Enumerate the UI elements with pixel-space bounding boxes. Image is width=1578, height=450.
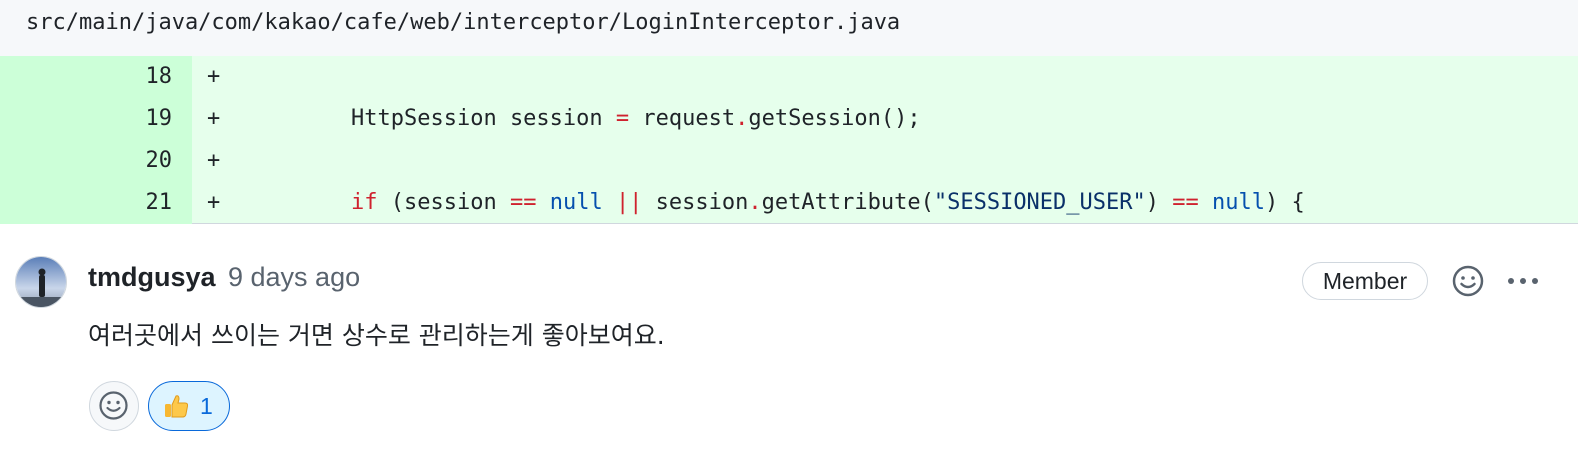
line-number[interactable]: 21 [0, 182, 173, 224]
code-token: (session [377, 190, 510, 215]
diff-sign: + [207, 106, 221, 131]
file-path-header[interactable]: src/main/java/com/kakao/cafe/web/interce… [0, 0, 1578, 56]
diff-line: 19 + HttpSession session = request.getSe… [0, 98, 1578, 140]
code-token: . [735, 106, 749, 131]
code-text: if (session == null || session.getAttrib… [351, 182, 1305, 224]
diff-line: 18 + [0, 56, 1578, 98]
code-token: null [549, 190, 603, 215]
code-token: . [748, 190, 762, 215]
thumbs-up-reaction[interactable]: 1 [148, 381, 230, 431]
comment-body: 여러곳에서 쓰이는 거면 상수로 관리하는게 좋아보여요. [88, 321, 665, 350]
code-token: request [629, 106, 736, 131]
line-number[interactable]: 19 [0, 98, 173, 140]
smiley-icon [1452, 265, 1484, 297]
diff-sign: + [207, 190, 221, 215]
code-token: == [509, 190, 537, 215]
code-token: HttpSession session [351, 106, 616, 131]
code-token: ) { [1265, 190, 1305, 215]
avatar-image [16, 257, 66, 307]
code-token: null [1212, 190, 1265, 215]
diff-block: 18 + 19 + HttpSession session = request.… [0, 56, 1578, 224]
reaction-count: 1 [200, 393, 213, 419]
comment-timestamp[interactable]: 9 days ago [228, 262, 360, 293]
code-token: ) [1145, 190, 1173, 215]
code-token: || [615, 190, 643, 215]
diff-line: 21 + if (session == null || session.getA… [0, 182, 1578, 224]
diff-line: 20 + [0, 140, 1578, 182]
member-badge: Member [1302, 262, 1428, 300]
code-token: "SESSIONED_USER" [933, 190, 1146, 215]
diff-sign: + [207, 148, 221, 173]
avatar[interactable] [15, 256, 67, 308]
code-token: getAttribute( [761, 190, 934, 215]
code-token: = [615, 106, 630, 131]
code-token: session [642, 190, 749, 215]
add-reaction-button[interactable] [1449, 262, 1487, 300]
smiley-icon [99, 391, 128, 420]
thumbs-up-icon [165, 395, 189, 418]
code-token: == [1172, 190, 1199, 215]
file-path[interactable]: src/main/java/com/kakao/cafe/web/interce… [26, 10, 900, 35]
line-number[interactable]: 20 [0, 140, 173, 182]
line-number[interactable]: 18 [0, 56, 173, 98]
more-options-button[interactable] [1503, 262, 1543, 300]
comment-author[interactable]: tmdgusya [88, 262, 216, 293]
code-token: if [351, 190, 378, 215]
diff-sign: + [207, 64, 221, 89]
code-text: HttpSession session = request.getSession… [351, 98, 921, 140]
code-token: getSession(); [748, 106, 921, 131]
kebab-horizontal-icon [1508, 278, 1538, 284]
add-reaction-button[interactable] [89, 381, 139, 431]
